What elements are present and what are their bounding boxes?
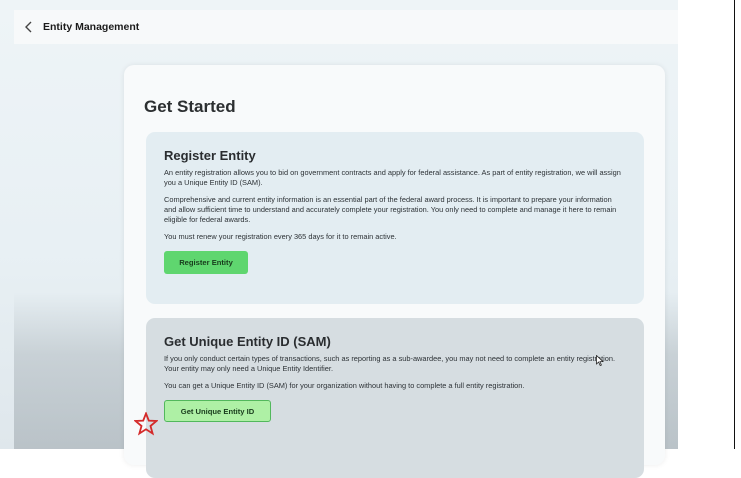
uei-paragraph-1: If you only conduct certain types of tra…: [164, 354, 616, 373]
unique-entity-id-section: Get Unique Entity ID (SAM) If you only c…: [146, 318, 644, 478]
register-paragraph-3: You must renew your registration every 3…: [164, 232, 397, 241]
register-entity-button[interactable]: Register Entity: [164, 251, 248, 274]
register-paragraph-2: Comprehensive and current entity informa…: [164, 195, 617, 224]
register-paragraph-1: An entity registration allows you to bid…: [164, 168, 621, 187]
uei-paragraph-2: You can get a Unique Entity ID (SAM) for…: [164, 381, 525, 390]
back-button[interactable]: [17, 16, 39, 38]
page-title: Get Started: [144, 97, 236, 116]
chevron-left-icon: [24, 21, 31, 33]
get-started-card: Get Started Register Entity An entity re…: [124, 65, 665, 478]
register-entity-section: Register Entity An entity registration a…: [146, 132, 644, 304]
frame-divider: [734, 0, 735, 449]
unique-entity-id-heading: Get Unique Entity ID (SAM): [164, 334, 331, 349]
app-title: Entity Management: [43, 21, 140, 33]
register-entity-heading: Register Entity: [164, 148, 256, 163]
get-unique-entity-id-button[interactable]: Get Unique Entity ID: [164, 400, 271, 422]
mouse-cursor-icon: [596, 355, 604, 366]
star-outline-icon: [134, 412, 158, 436]
top-bar: Entity Management: [14, 10, 678, 44]
